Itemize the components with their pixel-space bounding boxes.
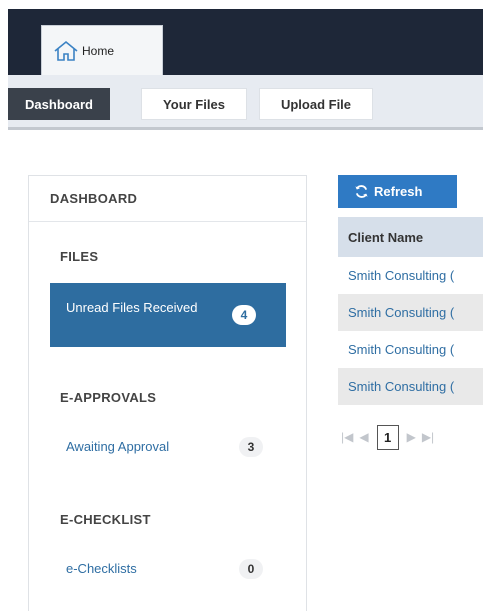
files-grid: Client Name Smith Consulting ( Smith Con…: [338, 217, 483, 405]
pager: |◀ ◀ 1 ▶ ▶|: [341, 423, 483, 451]
table-row[interactable]: Smith Consulting (: [338, 257, 483, 294]
table-row[interactable]: Smith Consulting (: [338, 368, 483, 405]
column-header-client-name[interactable]: Client Name: [338, 217, 483, 257]
home-icon: [54, 40, 78, 61]
last-page-icon[interactable]: ▶|: [422, 430, 434, 444]
awaiting-approval-count-badge: 3: [239, 437, 263, 457]
prev-page-icon[interactable]: ◀: [359, 430, 368, 444]
refresh-button[interactable]: Refresh: [338, 175, 457, 208]
home-tab-label: Home: [82, 43, 115, 58]
dashboard-panel: DASHBOARD FILES Unread Files Received 4 …: [28, 175, 307, 611]
current-page[interactable]: 1: [376, 424, 399, 450]
unread-files-label: Unread Files Received: [66, 300, 198, 315]
e-checklists-count-badge: 0: [239, 559, 263, 579]
home-tab[interactable]: Home: [41, 25, 163, 75]
unread-files-count-badge: 4: [232, 305, 256, 325]
top-bar: Home: [8, 9, 483, 75]
awaiting-approval-link[interactable]: Awaiting Approval: [66, 439, 169, 454]
nav-your-files[interactable]: Your Files: [141, 88, 247, 120]
nav-dashboard[interactable]: Dashboard: [8, 88, 110, 120]
table-row[interactable]: Smith Consulting (: [338, 294, 483, 331]
approvals-section-title: E-APPROVALS: [60, 390, 157, 405]
main-nav: Dashboard Your Files Upload File: [8, 75, 483, 130]
refresh-icon: [355, 185, 368, 198]
checklist-section-title: E-CHECKLIST: [60, 512, 151, 527]
unread-files-item[interactable]: Unread Files Received 4: [50, 283, 286, 347]
panel-title: DASHBOARD: [29, 176, 306, 222]
e-checklists-link[interactable]: e-Checklists: [66, 561, 137, 576]
table-row[interactable]: Smith Consulting (: [338, 331, 483, 368]
nav-upload-file[interactable]: Upload File: [259, 88, 373, 120]
first-page-icon[interactable]: |◀: [341, 430, 353, 444]
files-section-title: FILES: [60, 249, 99, 264]
next-page-icon[interactable]: ▶: [407, 430, 416, 444]
refresh-label: Refresh: [374, 184, 423, 199]
